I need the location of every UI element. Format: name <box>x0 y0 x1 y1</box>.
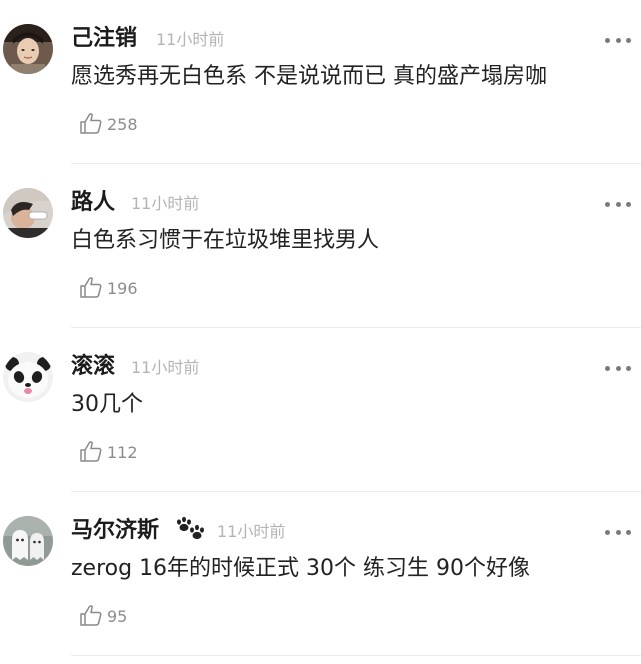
thumbs-up-icon <box>80 605 102 626</box>
like-count: 95 <box>107 606 128 626</box>
more-options-icon[interactable] <box>605 37 631 43</box>
comment-text: 白色系习惯于在垃圾堆里找男人 <box>71 228 380 253</box>
like-count: 112 <box>107 442 138 462</box>
timestamp: 11小时前 <box>131 358 200 377</box>
comment-text: zerog 16年的时候正式 30个 练习生 90个好像 <box>71 556 531 581</box>
avatar[interactable] <box>3 352 53 402</box>
thumbs-up-icon <box>80 277 102 298</box>
paw-icon <box>177 516 204 540</box>
like-button[interactable]: 112 <box>78 437 138 465</box>
timestamp: 11小时前 <box>131 194 200 213</box>
like-count: 258 <box>107 114 138 134</box>
avatar-man-drinking-icon <box>3 188 53 238</box>
avatar-ghosts-icon <box>3 516 53 566</box>
comment-text: 30几个 <box>71 392 143 417</box>
avatar-panda-icon <box>3 352 53 402</box>
like-count: 196 <box>107 278 138 298</box>
like-button[interactable]: 258 <box>78 109 138 137</box>
username[interactable]: 马尔济斯 <box>71 517 159 545</box>
avatar[interactable] <box>3 24 53 74</box>
timestamp: 11小时前 <box>156 30 225 49</box>
thumbs-up-icon <box>80 441 102 462</box>
more-options-icon[interactable] <box>605 201 631 207</box>
more-options-icon[interactable] <box>605 365 631 371</box>
comment-item: 滚滚 11小时前 30几个 112 <box>0 328 641 492</box>
divider <box>71 655 641 656</box>
comment-item: 己注销 11小时前 愿选秀再无白色系 不是说说而已 真的盛产塌房咖 258 <box>0 0 641 164</box>
avatar[interactable] <box>3 188 53 238</box>
avatar-woman-icon <box>3 24 53 74</box>
username[interactable]: 滚滚 <box>71 353 115 381</box>
timestamp: 11小时前 <box>217 522 286 541</box>
comment-text: 愿选秀再无白色系 不是说说而已 真的盛产塌房咖 <box>71 64 547 89</box>
like-button[interactable]: 196 <box>78 273 138 301</box>
comment-item: 路人 11小时前 白色系习惯于在垃圾堆里找男人 196 <box>0 164 641 328</box>
more-options-icon[interactable] <box>605 529 631 535</box>
username[interactable]: 己注销 <box>71 25 137 53</box>
username[interactable]: 路人 <box>71 189 115 217</box>
comment-item: 马尔济斯 11小时前 zerog 16年的时候正式 30个 练习生 90个好像 … <box>0 492 641 656</box>
thumbs-up-icon <box>80 113 102 134</box>
avatar[interactable] <box>3 516 53 566</box>
like-button[interactable]: 95 <box>78 601 127 629</box>
